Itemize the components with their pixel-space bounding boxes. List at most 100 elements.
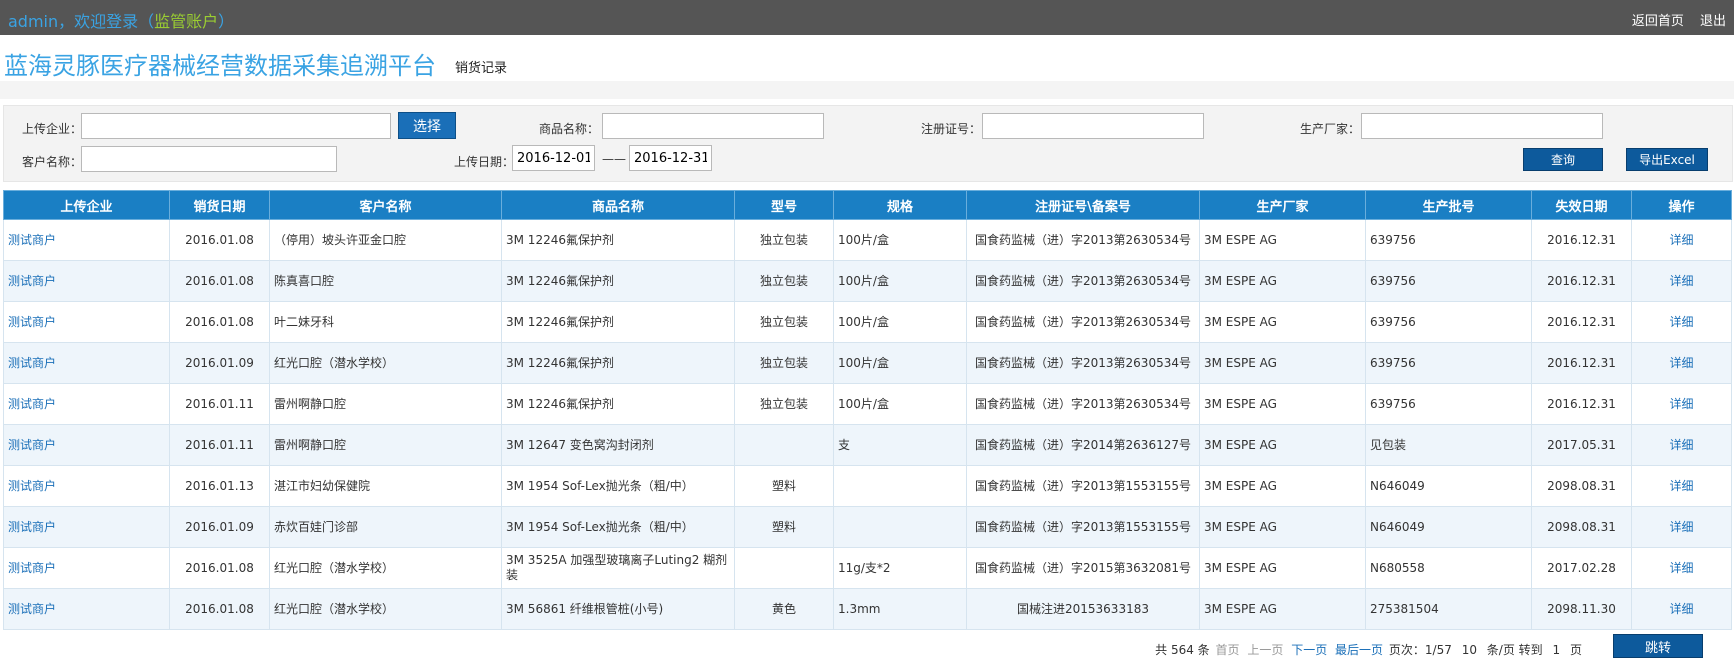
cell-customer: 雷州啊静口腔 (269, 383, 502, 425)
date-to-input[interactable] (629, 145, 712, 171)
per-page-select[interactable]: 10 (1462, 643, 1477, 657)
cell-batch: 639756 (1365, 342, 1532, 384)
cell-upload-company[interactable]: 测试商户 (3, 383, 170, 425)
col-batch[interactable]: 生产批号 (1365, 190, 1532, 220)
reg-no-label: 注册证号： (921, 122, 982, 136)
last-page-link[interactable]: 最后一页 (1335, 643, 1383, 657)
upload-date-label: 上传日期： (454, 155, 515, 169)
export-excel-button[interactable]: 导出Excel (1626, 148, 1708, 171)
cell-upload-company[interactable]: 测试商户 (3, 465, 170, 507)
col-model[interactable]: 型号 (734, 190, 834, 220)
query-button[interactable]: 查询 (1523, 148, 1603, 171)
cell-upload-company[interactable]: 测试商户 (3, 424, 170, 466)
table-row: 测试商户 2016.01.13 湛江市妇幼保健院 3M 1954 Sof-Lex抛光条… (3, 465, 1732, 507)
cell-expiry: 2098.08.31 (1531, 506, 1632, 548)
cell-customer: 赤炊百娃门诊部 (269, 506, 502, 548)
jump-button[interactable]: 跳转 (1613, 634, 1703, 658)
cell-expiry: 2016.12.31 (1531, 260, 1632, 302)
cell-reg-no: 国械注进20153633183 (966, 588, 1200, 630)
detail-link[interactable]: 详细 (1631, 506, 1732, 548)
table-row: 测试商户 2016.01.08 红光口腔（潜水学校） 3M 56861 纤维根管桩(小… (3, 588, 1732, 630)
cell-reg-no: 国食药监械（进）字2015第3632081号 (966, 547, 1200, 589)
cell-spec: 1.3mm (833, 588, 967, 630)
detail-link[interactable]: 详细 (1631, 342, 1732, 384)
cell-spec: 100片/盒 (833, 301, 967, 343)
detail-link[interactable]: 详细 (1631, 424, 1732, 466)
detail-link[interactable]: 详细 (1631, 260, 1732, 302)
next-page-link[interactable]: 下一页 (1291, 643, 1327, 657)
cell-customer: 湛江市妇幼保健院 (269, 465, 502, 507)
cell-batch: 639756 (1365, 301, 1532, 343)
cell-model: 独立包装 (734, 260, 834, 302)
cell-upload-company[interactable]: 测试商户 (3, 506, 170, 548)
cell-spec (833, 465, 967, 507)
cell-model: 独立包装 (734, 383, 834, 425)
cell-reg-no: 国食药监械（进）字2013第2630534号 (966, 219, 1200, 261)
cell-batch: 639756 (1365, 260, 1532, 302)
customer-label: 客户名称： (22, 155, 83, 169)
manufacturer-label: 生产厂家： (1300, 122, 1361, 136)
sales-table: 上传企业 销货日期 客户名称 商品名称 型号 规格 注册证号\备案号 生产厂家 … (3, 190, 1732, 630)
cell-model: 独立包装 (734, 219, 834, 261)
col-spec[interactable]: 规格 (833, 190, 967, 220)
cell-expiry: 2016.12.31 (1531, 301, 1632, 343)
col-sale-date[interactable]: 销货日期 (169, 190, 270, 220)
cell-upload-company[interactable]: 测试商户 (3, 260, 170, 302)
col-upload-company[interactable]: 上传企业 (3, 190, 170, 220)
cell-upload-company[interactable]: 测试商户 (3, 342, 170, 384)
col-customer[interactable]: 客户名称 (269, 190, 502, 220)
cell-expiry: 2098.11.30 (1531, 588, 1632, 630)
home-link[interactable]: 返回首页 (1632, 14, 1684, 29)
detail-link[interactable]: 详细 (1631, 588, 1732, 630)
first-page-link[interactable]: 首页 (1216, 643, 1240, 657)
col-expiry[interactable]: 失效日期 (1531, 190, 1632, 220)
product-name-input[interactable] (602, 113, 824, 139)
cell-expiry: 2016.12.31 (1531, 383, 1632, 425)
cell-model: 独立包装 (734, 342, 834, 384)
divider-strip (0, 81, 1734, 99)
col-product[interactable]: 商品名称 (501, 190, 735, 220)
detail-link[interactable]: 详细 (1631, 547, 1732, 589)
reg-no-input[interactable] (982, 113, 1204, 139)
detail-link[interactable]: 详细 (1631, 465, 1732, 507)
prev-page-link[interactable]: 上一页 (1247, 643, 1283, 657)
cell-reg-no: 国食药监械（进）字2013第2630534号 (966, 301, 1200, 343)
cell-expiry: 2017.02.28 (1531, 547, 1632, 589)
cell-upload-company[interactable]: 测试商户 (3, 547, 170, 589)
manufacturer-input[interactable] (1361, 113, 1603, 139)
cell-model (734, 547, 834, 589)
cell-product: 3M 12647 变色窝沟封闭剂 (501, 424, 735, 466)
col-manufacturer[interactable]: 生产厂家 (1199, 190, 1366, 220)
cell-manufacturer: 3M ESPE AG (1199, 383, 1366, 425)
cell-sale-date: 2016.01.11 (169, 424, 270, 466)
table-row: 测试商户 2016.01.08 （停用）坡头许亚金口腔 3M 12246氟保护剂 独立包… (3, 219, 1732, 261)
cell-customer: 红光口腔（潜水学校） (269, 588, 502, 630)
upload-company-label: 上传企业： (22, 122, 83, 136)
col-reg-no[interactable]: 注册证号\备案号 (966, 190, 1200, 220)
cell-model: 独立包装 (734, 301, 834, 343)
cell-expiry: 2016.12.31 (1531, 342, 1632, 384)
table-row: 测试商户 2016.01.09 红光口腔（潜水学校） 3M 12246氟保护剂 独立包装… (3, 342, 1732, 384)
date-separator: —— (602, 152, 626, 166)
customer-input[interactable] (81, 146, 337, 172)
cell-upload-company[interactable]: 测试商户 (3, 219, 170, 261)
top-bar: admin，欢迎登录（监管账户） 返回首页 退出 (0, 0, 1734, 35)
pagination-info: 共 564 条 首页 上一页 下一页 最后一页 页次：1/57 10 条/页 转… (1155, 643, 1582, 657)
date-from-input[interactable] (512, 145, 595, 171)
detail-link[interactable]: 详细 (1631, 383, 1732, 425)
account-type: 监管账户 (154, 12, 219, 31)
cell-manufacturer: 3M ESPE AG (1199, 506, 1366, 548)
detail-link[interactable]: 详细 (1631, 301, 1732, 343)
upload-company-input[interactable] (81, 113, 391, 139)
detail-link[interactable]: 详细 (1631, 219, 1732, 261)
table-row: 测试商户 2016.01.08 陈真喜口腔 3M 12246氟保护剂 独立包装 100片/… (3, 260, 1732, 302)
goto-page-input[interactable]: 1 (1553, 643, 1561, 657)
cell-upload-company[interactable]: 测试商户 (3, 588, 170, 630)
cell-batch: 275381504 (1365, 588, 1532, 630)
cell-sale-date: 2016.01.08 (169, 219, 270, 261)
cell-product: 3M 1954 Sof-Lex抛光条（粗/中） (501, 506, 735, 548)
select-button[interactable]: 选择 (398, 112, 456, 139)
logout-link[interactable]: 退出 (1700, 14, 1726, 29)
cell-upload-company[interactable]: 测试商户 (3, 301, 170, 343)
cell-sale-date: 2016.01.08 (169, 260, 270, 302)
